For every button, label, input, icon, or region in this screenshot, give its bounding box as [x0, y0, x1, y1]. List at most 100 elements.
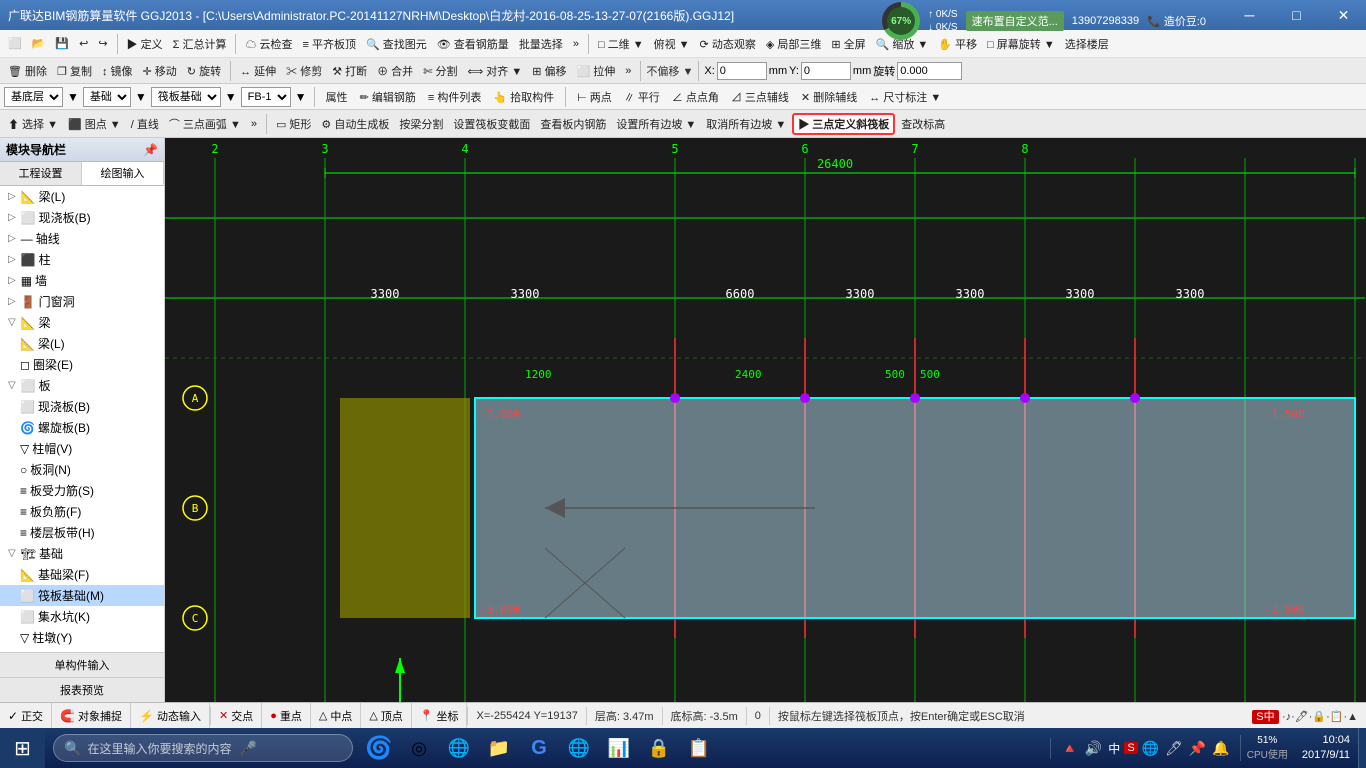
- taskbar-icon-app2[interactable]: ◎: [401, 730, 437, 766]
- taskbar-search[interactable]: 🔍 在这里输入你要搜索的内容 🎤: [53, 734, 353, 762]
- show-desktop-btn[interactable]: [1358, 728, 1366, 768]
- taskbar-icon-locked[interactable]: 🔒: [641, 730, 677, 766]
- stretch-btn[interactable]: ⬜ 拉伸: [573, 60, 620, 82]
- redo-btn[interactable]: ↪: [94, 33, 111, 55]
- view-rebar2-btn[interactable]: 查看板内钢筋: [536, 113, 610, 135]
- extend-btn[interactable]: ↔ 延伸: [236, 60, 280, 82]
- tree-item-neg-rebar[interactable]: ≡ 板负筋(F): [0, 501, 164, 522]
- delete-btn[interactable]: 🗑 删除: [4, 60, 51, 82]
- start-btn[interactable]: ⊞: [0, 728, 45, 768]
- type-select[interactable]: 基础: [83, 87, 131, 107]
- three-point-aux-btn[interactable]: ⊿ 三点辅线: [727, 86, 793, 108]
- single-component-btn[interactable]: 单构件输入: [0, 652, 164, 677]
- tree-item-ring-beam[interactable]: ◻ 圈梁(E): [0, 354, 164, 375]
- volume-icon[interactable]: 🔊: [1083, 738, 1104, 759]
- taskbar-icon-explorer[interactable]: 📁: [481, 730, 517, 766]
- ortho-btn[interactable]: ✓ 正交: [0, 703, 52, 729]
- rotate-input[interactable]: [897, 62, 962, 80]
- tree-item-slab-group[interactable]: ▽ ⬜ 板: [0, 375, 164, 396]
- report-preview-btn[interactable]: 报表预览: [0, 677, 164, 702]
- change-elev-btn[interactable]: 查改标高: [897, 113, 949, 135]
- mid-btn[interactable]: ● 重点: [262, 703, 311, 729]
- minimize-btn[interactable]: ─: [1227, 0, 1272, 30]
- canvas-area[interactable]: 26400 3300 3300 6600 3300 3300 3300 3300…: [165, 138, 1366, 702]
- dynamic-input-btn[interactable]: ⚡ 动态输入: [131, 703, 210, 729]
- open-btn[interactable]: 📂: [28, 33, 50, 55]
- base-layer-select[interactable]: 基底层: [4, 87, 63, 107]
- x-coord-input[interactable]: [717, 62, 767, 80]
- mirror-btn[interactable]: ↕ 镜像: [98, 60, 137, 82]
- pick-component-btn[interactable]: 👆 拾取构件: [489, 86, 558, 108]
- tree-item-beam-l[interactable]: ▷ 📐 梁(L): [0, 186, 164, 207]
- ime-icon[interactable]: S: [1124, 742, 1137, 754]
- tree-item-pedestal[interactable]: ▽ 柱墩(Y): [0, 627, 164, 648]
- tree-item-foundation-beam[interactable]: 📐 基础梁(F): [0, 564, 164, 585]
- taskbar-icon-edge[interactable]: 🌐: [441, 730, 477, 766]
- snap-btn[interactable]: 🧲 对象捕捉: [52, 703, 131, 729]
- tree-item-spiral-slab[interactable]: 🌀 螺旋板(B): [0, 417, 164, 438]
- tree-item-raft[interactable]: ⬜ 筏板基础(M): [0, 585, 164, 606]
- speed-btn[interactable]: 速布置自定义范...: [966, 11, 1064, 31]
- tree-item-wall[interactable]: ▷ ▦ 墙: [0, 270, 164, 291]
- more-btn3[interactable]: »: [247, 113, 261, 135]
- tree-item-cast-slab[interactable]: ⬜ 现浇板(B): [0, 396, 164, 417]
- tab-project-settings[interactable]: 工程设置: [0, 162, 82, 185]
- cloud-check-btn[interactable]: ☁ 云检查: [241, 33, 296, 55]
- close-btn[interactable]: ✕: [1321, 0, 1366, 30]
- taskbar-icon-excel[interactable]: 📊: [601, 730, 637, 766]
- tree-item-beam-group[interactable]: ▽ 📐 梁: [0, 312, 164, 333]
- beam-split-btn[interactable]: 按梁分割: [395, 113, 447, 135]
- trim-btn[interactable]: ✂ 修剪: [282, 60, 326, 82]
- name-select[interactable]: FB-1: [241, 87, 291, 107]
- define-btn[interactable]: ▶ 定义: [123, 33, 167, 55]
- component-list-btn[interactable]: ≡ 构件列表: [424, 86, 485, 108]
- find-element-btn[interactable]: 🔍 查找图元: [362, 33, 431, 55]
- 2d-btn[interactable]: □ 二维 ▼: [594, 33, 648, 55]
- cancel-slope-btn[interactable]: 取消所有边坡 ▼: [702, 113, 790, 135]
- arc-btn[interactable]: ⌒ 三点画弧 ▼: [165, 113, 245, 135]
- set-slope-btn[interactable]: 设置所有边坡 ▼: [612, 113, 700, 135]
- angle-btn[interactable]: ∠ 点点角: [668, 86, 723, 108]
- merge-btn[interactable]: ⊕ 合并: [373, 60, 417, 82]
- view-rebar-btn[interactable]: 👁 查看钢筋量: [433, 33, 513, 55]
- rotate-btn[interactable]: ↻ 旋转: [183, 60, 225, 82]
- subtype-select[interactable]: 筏板基础: [151, 87, 221, 107]
- two-point-btn[interactable]: ⊢ 两点: [573, 86, 616, 108]
- del-aux-btn[interactable]: ✕ 删除辅线: [797, 86, 861, 108]
- three-point-slope-btn[interactable]: ▶ 三点定义斜筏板: [792, 113, 895, 135]
- taskbar-icon-doc[interactable]: 📋: [681, 730, 717, 766]
- tree-item-axis[interactable]: ▷ — 轴线: [0, 228, 164, 249]
- bell-icon[interactable]: 🔔: [1210, 738, 1231, 759]
- maximize-btn[interactable]: □: [1274, 0, 1319, 30]
- line-btn[interactable]: / 直线: [127, 113, 163, 135]
- taskbar-icon-browser[interactable]: 🌐: [561, 730, 597, 766]
- property-btn[interactable]: 属性: [322, 86, 352, 108]
- pin-icon[interactable]: 📌: [1187, 738, 1208, 759]
- y-coord-input[interactable]: [801, 62, 851, 80]
- keyboard-icon[interactable]: 🖊: [1163, 738, 1185, 759]
- move-btn[interactable]: ✛ 移动: [139, 60, 181, 82]
- tree-item-column[interactable]: ▷ ⬛ 柱: [0, 249, 164, 270]
- extra-icon1[interactable]: 🌐: [1140, 738, 1161, 759]
- undo-btn[interactable]: ↩: [75, 33, 92, 55]
- taskbar-icon-glodon[interactable]: 🌀: [361, 730, 397, 766]
- edit-rebar-btn[interactable]: ✏ 编辑钢筋: [356, 86, 420, 108]
- tree-item-floor-band[interactable]: ≡ 楼层板带(H): [0, 522, 164, 543]
- break-btn[interactable]: ⚒ 打断: [328, 60, 371, 82]
- clock[interactable]: 10:04 2017/9/11: [1294, 733, 1358, 764]
- dynamic-view-btn[interactable]: ⟳ 动态观察: [696, 33, 760, 55]
- calc-btn[interactable]: Σ 汇总计算: [169, 33, 231, 55]
- taskbar-icon-chrome[interactable]: G: [521, 730, 557, 766]
- tab-drawing-input[interactable]: 绘图输入: [82, 162, 164, 185]
- tree-item-slab-b[interactable]: ▷ ⬜ 现浇板(B): [0, 207, 164, 228]
- select-tool-btn[interactable]: ⬆ 选择 ▼: [4, 113, 62, 135]
- new-btn[interactable]: ⬜: [4, 33, 26, 55]
- more-btn1[interactable]: »: [569, 33, 583, 55]
- fullscreen-btn[interactable]: ⊞ 全屏: [827, 33, 869, 55]
- tree-item-door[interactable]: ▷ 🚪 门窗洞: [0, 291, 164, 312]
- lang-icon[interactable]: 中: [1106, 738, 1122, 759]
- local-3d-btn[interactable]: ◈ 局部三维: [762, 33, 826, 55]
- midpoint-btn[interactable]: △ 中点: [311, 703, 361, 729]
- intersection-btn[interactable]: ✕ 交点: [211, 703, 262, 729]
- tree-item-slab-rebar[interactable]: ≡ 板受力筋(S): [0, 480, 164, 501]
